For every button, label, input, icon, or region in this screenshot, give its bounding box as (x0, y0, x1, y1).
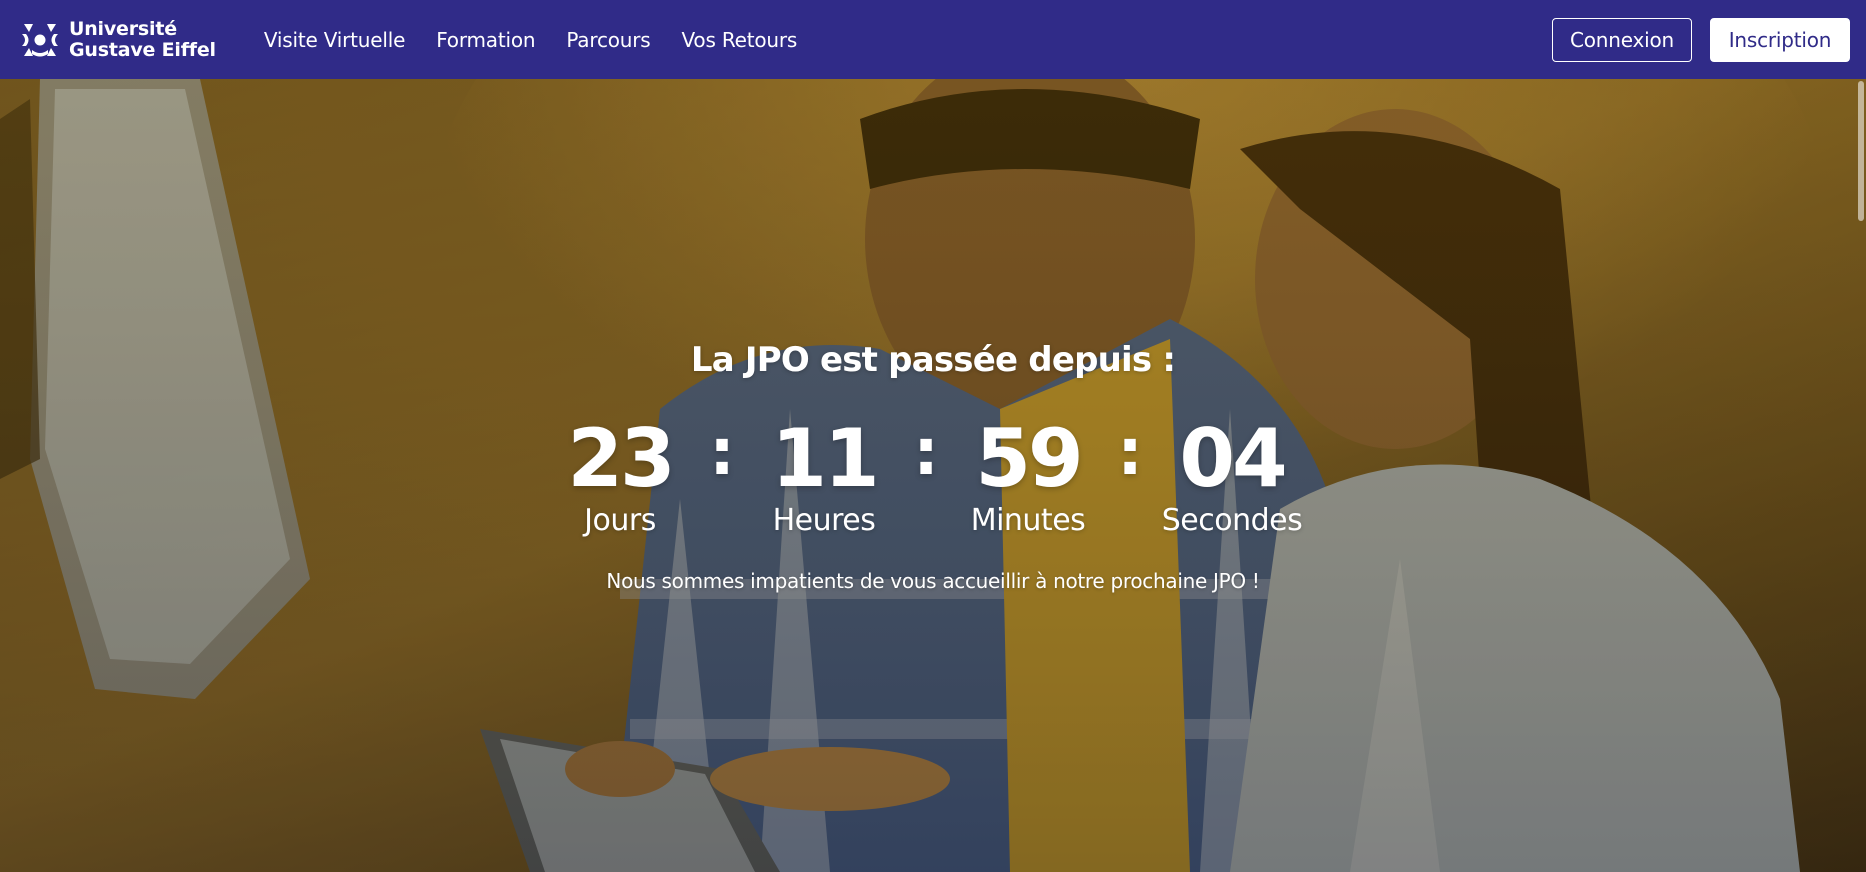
logo-line-1: Université (69, 17, 177, 40)
countdown-minutes-value: 59 (975, 412, 1083, 505)
logo-text: Université Gustave Eiffel (69, 17, 216, 61)
hero-section: La JPO est passée depuis : 23 Jours : 11… (0, 79, 1866, 872)
top-navbar: Université Gustave Eiffel Visite Virtuel… (0, 0, 1866, 79)
page-scrollbar[interactable] (1856, 79, 1866, 872)
hero-title: La JPO est passée depuis : (690, 340, 1176, 380)
countdown-separator: : (913, 416, 939, 490)
auth-actions: Connexion Inscription (1552, 17, 1850, 62)
page: Université Gustave Eiffel Visite Virtuel… (0, 0, 1866, 872)
countdown-days: 23 Jours (530, 419, 710, 537)
logo-line-2: Gustave Eiffel (69, 38, 216, 61)
countdown-hours-value: 11 (771, 412, 879, 505)
countdown-separator: : (1117, 416, 1143, 490)
university-logo[interactable]: Université Gustave Eiffel (20, 17, 216, 61)
countdown-seconds: 04 Secondes (1142, 419, 1322, 537)
hero-content: La JPO est passée depuis : 23 Jours : 11… (0, 79, 1866, 872)
countdown-hours: 11 Heures (734, 419, 914, 537)
countdown-seconds-value: 04 (1179, 412, 1287, 505)
signup-button[interactable]: Inscription (1710, 17, 1850, 62)
logo-mark-icon (22, 23, 58, 56)
countdown-separator: : (709, 416, 735, 490)
nav-link-visite-virtuelle[interactable]: Visite Virtuelle (264, 28, 406, 52)
countdown-days-value: 23 (567, 412, 675, 505)
main-nav: Visite Virtuelle Formation Parcours Vos … (264, 28, 798, 52)
countdown-days-label: Jours (584, 503, 656, 538)
countdown-timer: 23 Jours : 11 Heures : 59 Minutes : 04 S… (0, 419, 1866, 539)
countdown-minutes: 59 Minutes (938, 419, 1118, 537)
nav-link-vos-retours[interactable]: Vos Retours (682, 28, 798, 52)
nav-link-parcours[interactable]: Parcours (566, 28, 650, 52)
nav-link-formation[interactable]: Formation (436, 28, 535, 52)
scrollbar-thumb[interactable] (1858, 81, 1864, 221)
countdown-seconds-label: Secondes (1161, 503, 1303, 538)
countdown-minutes-label: Minutes (970, 503, 1086, 538)
login-button[interactable]: Connexion (1552, 17, 1692, 62)
countdown-hours-label: Heures (772, 503, 876, 538)
hero-subtitle: Nous sommes impatients de vous accueilli… (606, 569, 1260, 593)
